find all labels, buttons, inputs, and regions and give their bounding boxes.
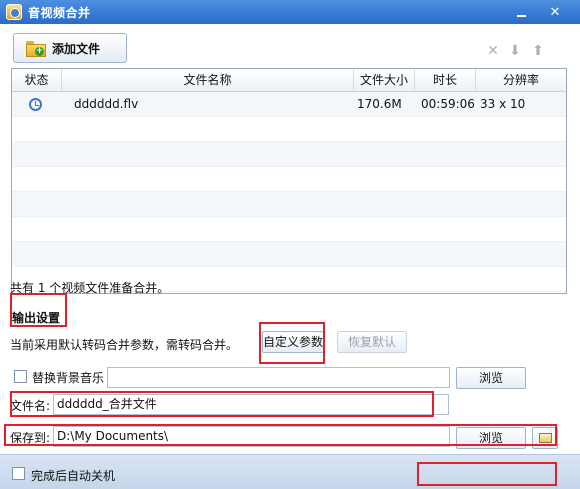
clock-icon	[29, 98, 42, 111]
duration-cell: 00:59:06	[421, 97, 475, 111]
output-settings-title: 输出设置	[12, 311, 61, 325]
filename-cell: dddddd.flv	[74, 97, 139, 111]
column-size[interactable]: 文件大小	[354, 69, 415, 92]
file-table: 状态 文件名称 文件大小 时长 分辨率 dddddd.flv 170.6M 00…	[11, 68, 567, 294]
size-cell: 170.6M	[357, 97, 402, 111]
music-browse-button[interactable]: 浏览	[456, 367, 526, 389]
save-path-input[interactable]: D:\My Documents\	[53, 426, 450, 447]
replace-music-label: 替换背景音乐	[32, 371, 105, 385]
empty-row	[12, 217, 566, 242]
empty-row	[12, 142, 566, 167]
close-button[interactable]: ✕	[542, 3, 568, 21]
resolution-cell: 33 x 10	[480, 97, 526, 111]
open-folder-button[interactable]	[532, 427, 558, 449]
auto-shutdown-checkbox[interactable]	[12, 467, 25, 480]
filename-input[interactable]: dddddd_合并文件	[53, 394, 449, 415]
save-browse-button[interactable]: 浏览	[456, 427, 526, 449]
move-down-icon[interactable]: ⬇	[508, 44, 522, 58]
open-folder-icon	[538, 433, 552, 443]
column-status[interactable]: 状态	[12, 69, 62, 92]
current-setting-text: 当前采用默认转码合并参数，需转码合并。	[10, 338, 239, 352]
table-header: 状态 文件名称 文件大小 时长 分辨率	[12, 69, 566, 92]
app-icon	[6, 4, 22, 20]
add-file-button[interactable]: + 添加文件	[13, 33, 127, 63]
footer-bar: 完成后自动关机	[0, 454, 580, 489]
status-cell	[12, 92, 62, 117]
filename-label: 文件名:	[10, 399, 51, 413]
minimize-button[interactable]	[508, 3, 534, 21]
empty-row	[12, 192, 566, 217]
main-panel: + 添加文件 ✕ ⬇ ⬆ 状态 文件名称 文件大小 时长 分辨率 dddddd.…	[0, 24, 580, 454]
window-title: 音视频合并	[28, 5, 91, 20]
column-resolution[interactable]: 分辨率	[476, 69, 566, 92]
delete-icon[interactable]: ✕	[486, 44, 500, 58]
empty-row	[12, 117, 566, 142]
empty-row	[12, 242, 566, 267]
table-row[interactable]: dddddd.flv 170.6M 00:59:06 33 x 10	[12, 92, 566, 117]
restore-default-button[interactable]: 恢复默认	[337, 331, 407, 353]
table-body: dddddd.flv 170.6M 00:59:06 33 x 10	[12, 92, 566, 292]
add-file-label: 添加文件	[52, 41, 101, 56]
save-path-label: 保存到:	[10, 431, 51, 445]
empty-row	[12, 167, 566, 192]
auto-shutdown-label: 完成后自动关机	[31, 469, 116, 483]
file-count-summary: 共有 1 个视频文件准备合并。	[10, 281, 170, 295]
move-up-icon[interactable]: ⬆	[531, 44, 545, 58]
column-duration[interactable]: 时长	[415, 69, 476, 92]
title-bar: 音视频合并 ✕	[0, 0, 580, 24]
music-path-field[interactable]	[107, 367, 450, 388]
custom-params-button[interactable]: 自定义参数	[262, 331, 324, 353]
add-folder-icon: +	[26, 41, 46, 57]
replace-music-checkbox[interactable]	[14, 370, 27, 383]
column-filename[interactable]: 文件名称	[62, 69, 354, 92]
